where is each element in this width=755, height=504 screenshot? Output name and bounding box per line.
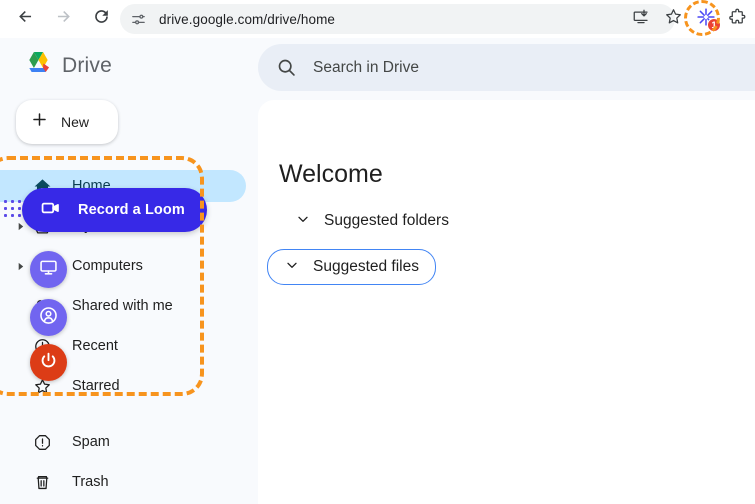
url-text: drive.google.com/drive/home [159,11,336,27]
bookmark-button[interactable] [659,5,687,33]
sidebar-divider-gap [0,410,246,426]
sidebar-item-label: Spam [72,434,110,450]
chevron-down-icon [295,211,311,232]
page-title: Welcome [279,160,383,188]
new-button[interactable]: New [16,100,118,144]
chevron-down-icon [284,257,300,278]
record-a-loom-button[interactable]: Record a Loom [22,188,207,232]
video-camera-icon [40,197,62,224]
drive-page: Drive Search in Drive Welcome Suggested … [0,38,755,504]
monitor-icon [38,257,59,283]
back-button[interactable] [10,4,40,34]
tune-icon[interactable] [130,11,147,28]
person-circle-icon [38,305,59,331]
search-placeholder: Search in Drive [313,58,419,76]
extensions-button[interactable] [723,5,751,33]
address-bar[interactable]: drive.google.com/drive/home [120,4,675,34]
main-content: Welcome Suggested folders Suggested file… [258,100,755,504]
suggested-files-toggle[interactable]: Suggested files [267,249,436,285]
sidebar-item-label: Computers [72,258,143,274]
sidebar-item-label: Trash [72,474,109,490]
suggested-folders-toggle[interactable]: Suggested folders [279,204,465,238]
google-drive-logo [24,49,53,83]
reload-icon [92,7,111,31]
drive-header: Drive [0,38,258,94]
extension-badge-count: 1 [707,18,721,32]
puzzle-piece-icon [728,7,747,31]
browser-toolbar: drive.google.com/drive/home 1 [0,0,755,38]
search-icon [276,57,297,78]
drag-dots-icon[interactable] [4,200,21,222]
app-title: Drive [62,54,113,77]
forward-button[interactable] [48,4,78,34]
suggested-folders-label: Suggested folders [324,212,449,229]
power-icon [38,350,59,376]
back-arrow-icon [16,7,35,31]
sidebar-item-spam[interactable]: Spam [0,426,246,458]
screenshot-root: drive.google.com/drive/home 1 Drive Sear… [0,0,755,504]
trash-icon [32,472,52,492]
camera-select-button[interactable] [30,299,67,336]
loom-extension-button[interactable]: 1 [691,5,721,33]
new-button-label: New [61,114,90,130]
install-app-button[interactable] [627,5,655,33]
toolbar-right-icons: 1 [627,4,755,34]
search-bar[interactable]: Search in Drive [258,44,755,91]
reload-button[interactable] [86,4,116,34]
record-a-loom-label: Record a Loom [78,202,185,218]
plus-icon [30,110,49,134]
sidebar: New Home Computers Shared with me Recent… [0,94,258,504]
install-app-icon [632,8,650,31]
sidebar-item-label: Recent [72,338,118,354]
expand-arrow-icon[interactable] [14,260,26,272]
sidebar-item-label: Shared with me [72,298,173,314]
stop-button[interactable] [30,344,67,381]
spam-icon [32,432,52,452]
star-outline-icon [664,7,683,31]
sidebar-item-trash[interactable]: Trash [0,466,246,498]
sidebar-item-label: Starred [72,378,120,394]
screen-select-button[interactable] [30,251,67,288]
forward-arrow-icon [54,7,73,31]
suggested-files-label: Suggested files [313,258,419,275]
